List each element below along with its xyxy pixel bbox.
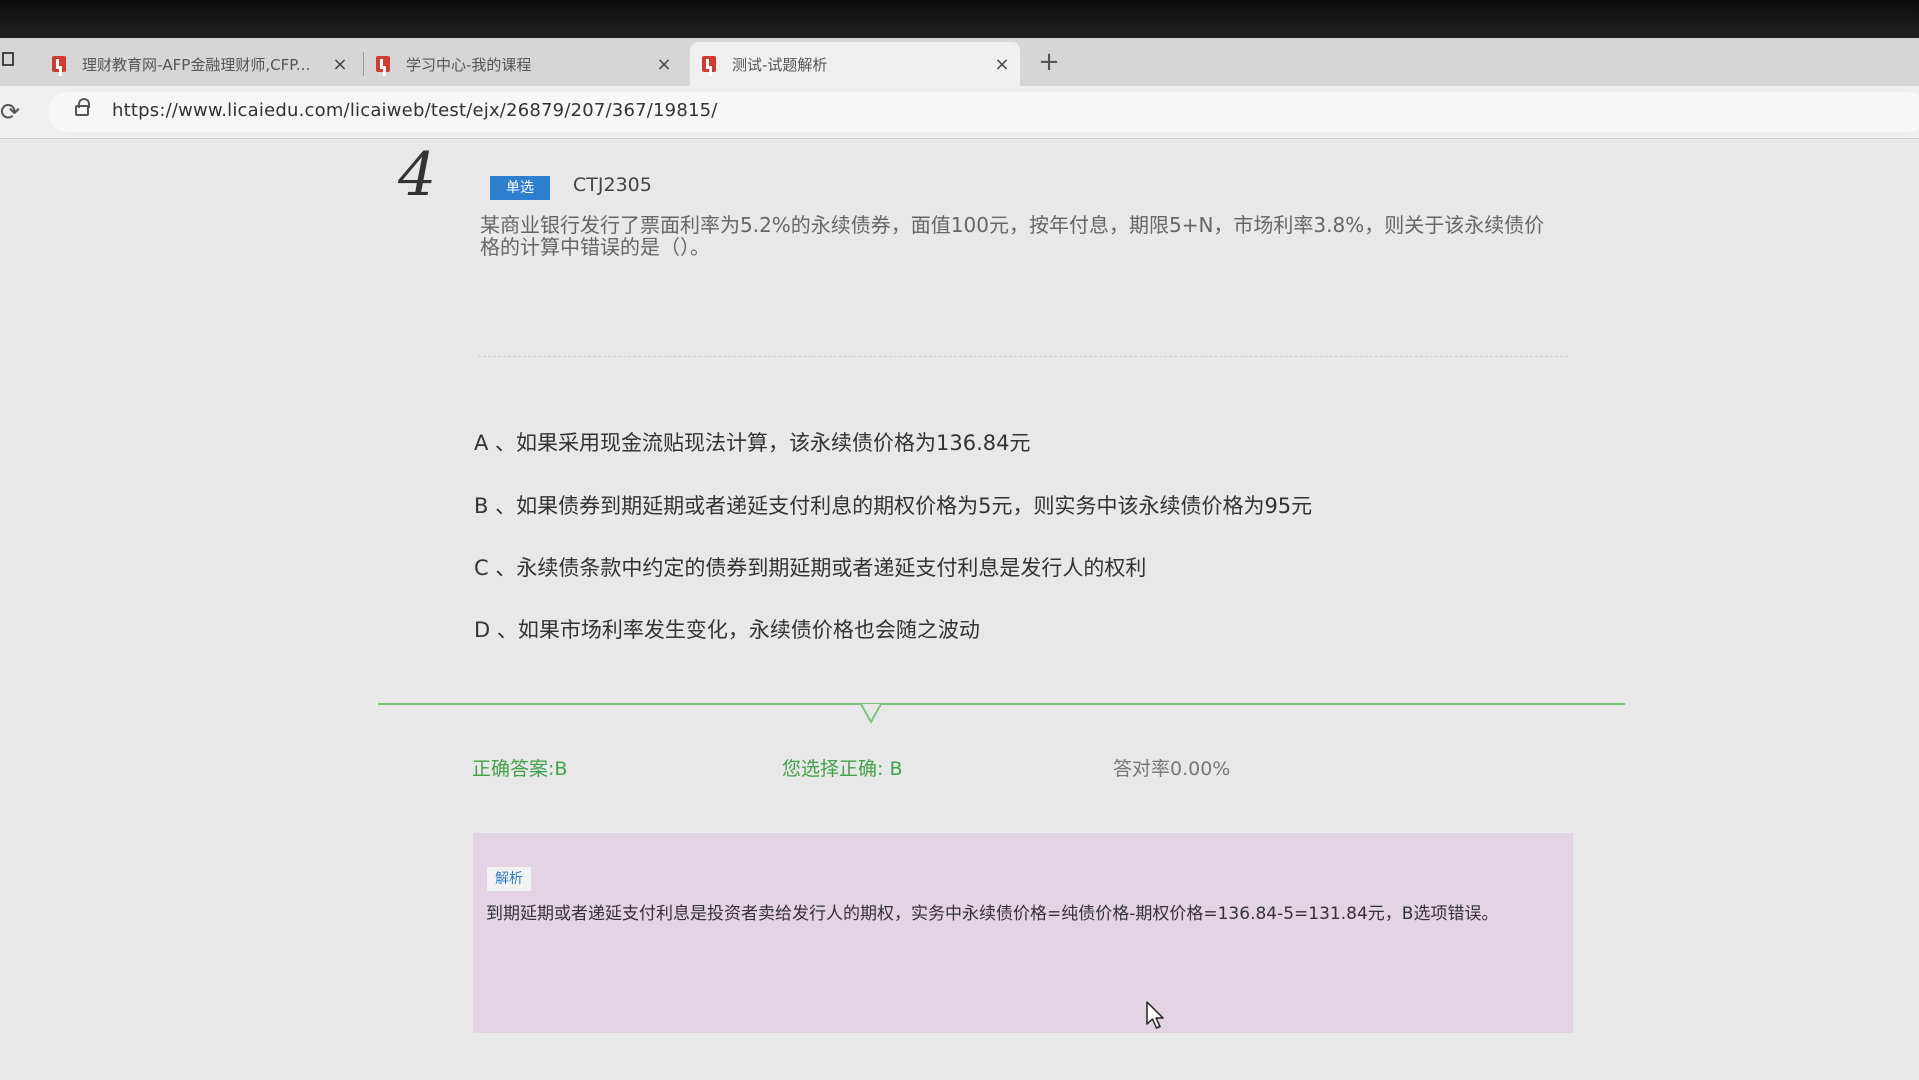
new-tab-button[interactable]: +	[1034, 46, 1064, 78]
close-icon[interactable]: ×	[990, 54, 1014, 75]
tab-title: 理财教育网-AFP金融理财师,CFP...	[82, 55, 311, 74]
explanation-panel	[473, 833, 1573, 1033]
tab-actions-icon[interactable]	[2, 52, 14, 66]
divider-pointer-icon	[860, 704, 882, 725]
close-icon[interactable]: ×	[652, 54, 676, 75]
your-choice: 您选择正确: B	[782, 758, 903, 780]
site-favicon-icon	[702, 56, 716, 72]
question-stem: 某商业银行发行了票面利率为5.2%的永续债券，面值100元，按年付息，期限5+N…	[480, 213, 1545, 259]
question-code: CTJ2305	[573, 174, 652, 196]
mouse-cursor-icon	[1146, 1001, 1164, 1029]
site-favicon-icon	[376, 56, 390, 72]
tab-title: 学习中心-我的课程	[406, 55, 532, 74]
question-type-badge: 单选	[490, 176, 560, 200]
explanation-text: 到期延期或者递延支付利息是投资者卖给发行人的期权，实务中永续债价格=纯债价格-期…	[486, 904, 1499, 924]
site-favicon-icon	[52, 56, 66, 72]
tab-licaiedu-home[interactable]: 理财教育网-AFP金融理财师,CFP... ×	[40, 42, 358, 86]
reload-icon[interactable]: ⟳	[0, 96, 24, 128]
option-d: D 、如果市场利率发生变化，永续债价格也会随之波动	[474, 618, 980, 642]
question-number: 4	[398, 140, 437, 210]
correct-answer: 正确答案:B	[472, 758, 568, 780]
url-text[interactable]: https://www.licaiedu.com/licaiweb/test/e…	[112, 100, 718, 121]
lock-icon[interactable]	[75, 98, 90, 116]
option-a: A 、如果采用现金流贴现法计算，该永续债价格为136.84元	[474, 431, 1031, 455]
screen: 理财教育网-AFP金融理财师,CFP... × 学习中心-我的课程 × 测试-试…	[0, 0, 1919, 1080]
option-b: B 、如果债券到期延期或者递延支付利息的期权价格为5元，则实务中该永续债价格为9…	[474, 494, 1313, 518]
option-c: C 、永续债条款中约定的债券到期延期或者递延支付利息是发行人的权利	[474, 556, 1147, 580]
tab-title: 测试-试题解析	[732, 55, 828, 74]
result-divider	[378, 703, 1625, 705]
tab-test-analysis[interactable]: 测试-试题解析 ×	[690, 42, 1020, 86]
tab-my-courses[interactable]: 学习中心-我的课程 ×	[364, 42, 682, 86]
close-icon[interactable]: ×	[328, 54, 352, 75]
question-divider	[478, 356, 1568, 357]
explanation-tag: 解析	[487, 867, 531, 891]
accuracy-rate: 答对率0.00%	[1113, 758, 1231, 780]
